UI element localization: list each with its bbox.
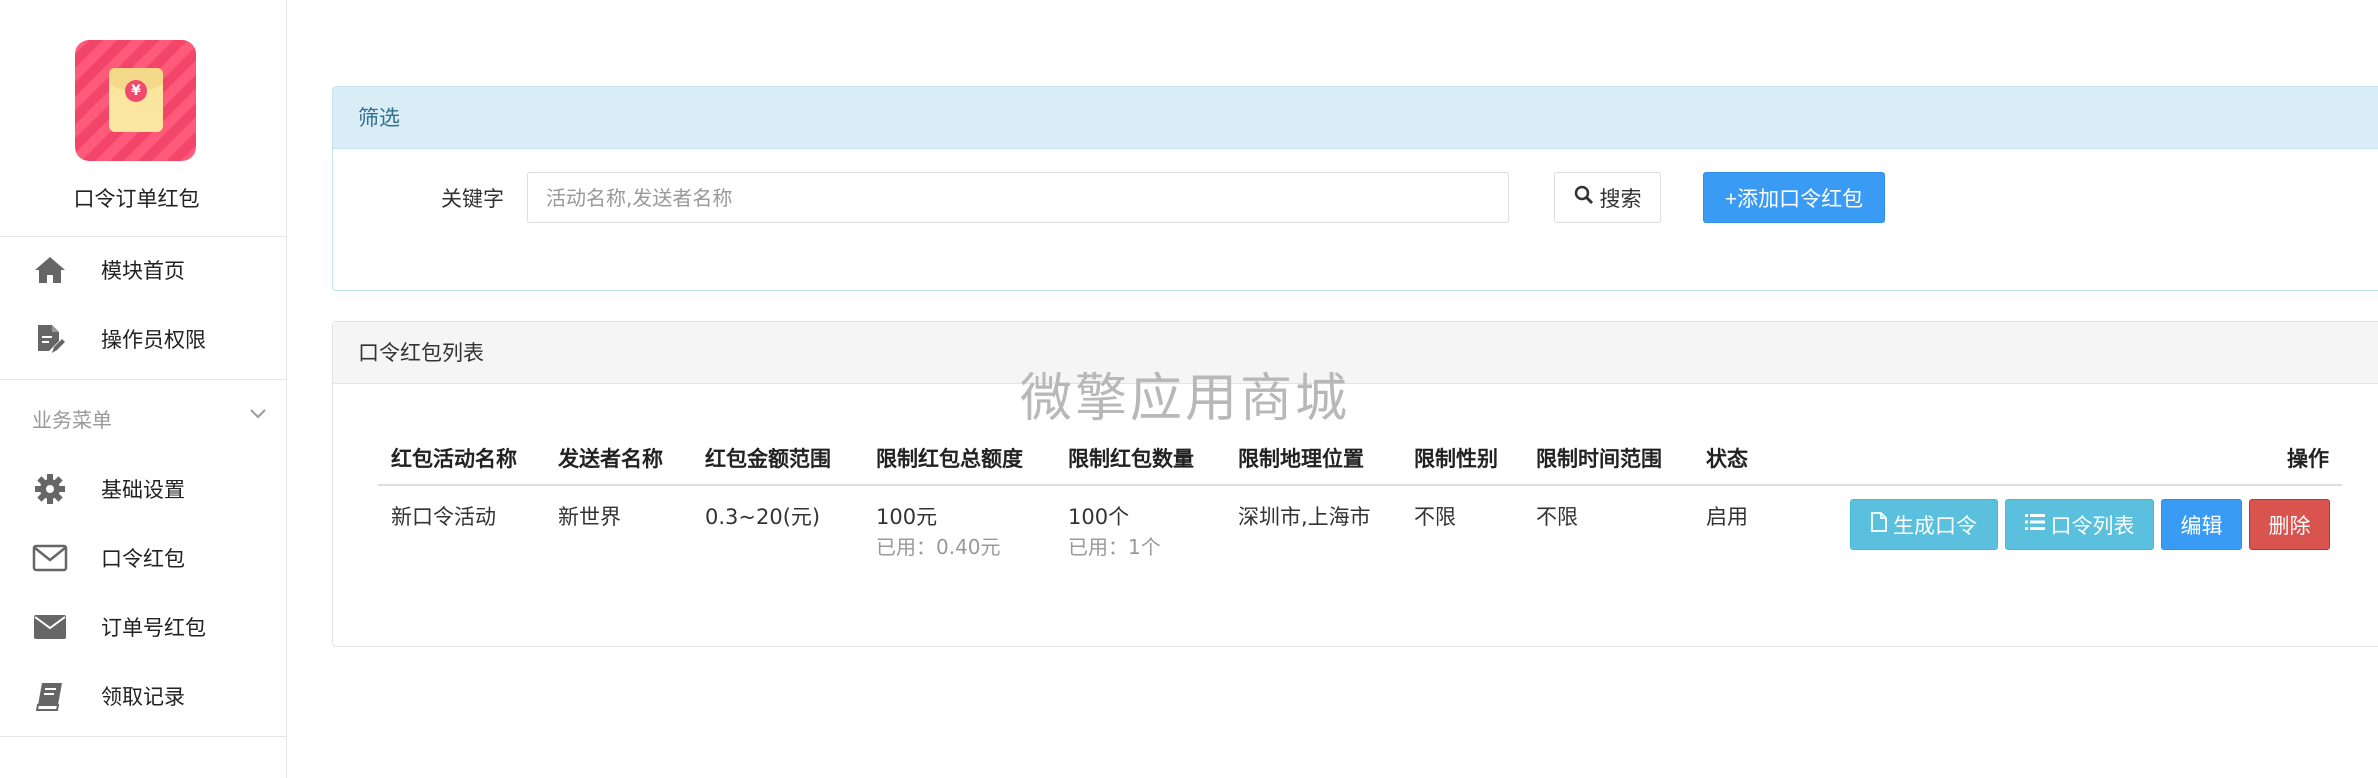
column-header-total-limit: 限制红包总额度 bbox=[876, 447, 1023, 471]
column-header-amount-range: 红包金额范围 bbox=[705, 447, 831, 471]
column-header-gender-limit: 限制性别 bbox=[1414, 447, 1498, 471]
column-header-sender-name: 发送者名称 bbox=[558, 447, 663, 471]
column-header-count-limit: 限制红包数量 bbox=[1068, 447, 1194, 471]
cell-time-range: 不限 bbox=[1536, 505, 1578, 529]
sidebar-item-basic-settings[interactable]: 基础设置 bbox=[0, 463, 287, 515]
keyword-search-input[interactable] bbox=[527, 172, 1509, 223]
chevron-down-icon[interactable] bbox=[248, 403, 268, 423]
password-list-label: 口令列表 bbox=[2050, 514, 2135, 538]
column-header-location-limit: 限制地理位置 bbox=[1238, 447, 1364, 471]
add-password-red-envelope-button[interactable]: +添加口令红包 bbox=[1703, 172, 1885, 223]
sidebar-item-label: 领取记录 bbox=[101, 685, 185, 709]
cell-count-used: 已用：1个 bbox=[1068, 535, 1161, 559]
book-icon bbox=[32, 678, 68, 714]
home-icon bbox=[32, 252, 68, 288]
delete-button[interactable]: 删除 bbox=[2249, 499, 2330, 550]
envelope-filled-icon bbox=[32, 609, 68, 645]
search-button[interactable]: 搜索 bbox=[1554, 172, 1661, 223]
sidebar-item-label: 口令红包 bbox=[101, 547, 185, 571]
sidebar-item-label: 订单号红包 bbox=[101, 616, 206, 640]
red-envelope-icon: ¥ bbox=[109, 68, 163, 132]
cell-count-limit: 100个 bbox=[1068, 505, 1130, 529]
list-icon bbox=[2024, 513, 2045, 537]
sidebar-item-label: 模块首页 bbox=[101, 259, 185, 283]
sidebar: ¥ 口令订单红包 模块首页 操作员权限 业务菜单 基础设置 口令红包 订单号红包… bbox=[0, 0, 287, 778]
gear-icon bbox=[32, 471, 68, 507]
cell-total-used: 已用：0.40元 bbox=[876, 535, 1001, 559]
cell-gender: 不限 bbox=[1414, 505, 1456, 529]
keyword-label: 关键字 bbox=[441, 187, 504, 211]
sidebar-item-operator-permissions[interactable]: 操作员权限 bbox=[0, 313, 287, 365]
section-header-business-menu[interactable]: 业务菜单 bbox=[32, 404, 112, 433]
cell-status: 启用 bbox=[1706, 505, 1748, 529]
generate-password-label: 生成口令 bbox=[1893, 514, 1977, 538]
generate-password-button[interactable]: 生成口令 bbox=[1850, 499, 1998, 550]
app-name: 口令订单红包 bbox=[73, 187, 200, 211]
sidebar-item-order-red-envelope[interactable]: 订单号红包 bbox=[0, 601, 287, 653]
table-header-divider bbox=[378, 484, 2342, 486]
sidebar-item-claim-records[interactable]: 领取记录 bbox=[0, 670, 287, 722]
envelope-outline-icon bbox=[32, 540, 68, 576]
sidebar-item-label: 操作员权限 bbox=[101, 328, 206, 352]
column-header-activity-name: 红包活动名称 bbox=[391, 447, 517, 471]
column-header-status: 状态 bbox=[1706, 447, 1748, 471]
cell-location: 深圳市,上海市 bbox=[1238, 505, 1371, 529]
sidebar-item-label: 基础设置 bbox=[101, 478, 185, 502]
search-icon bbox=[1574, 185, 1594, 211]
filter-panel: 筛选 关键字 搜索 +添加口令红包 bbox=[332, 86, 2378, 291]
file-edit-icon bbox=[32, 321, 68, 357]
sidebar-divider bbox=[0, 379, 287, 380]
password-list-button[interactable]: 口令列表 bbox=[2005, 499, 2154, 550]
sidebar-item-password-red-envelope[interactable]: 口令红包 bbox=[0, 532, 287, 584]
cell-total-limit: 100元 bbox=[876, 505, 938, 529]
sidebar-item-module-home[interactable]: 模块首页 bbox=[0, 244, 287, 296]
column-header-actions: 操作 bbox=[2287, 447, 2329, 471]
app-logo: ¥ bbox=[75, 40, 196, 161]
filter-panel-title: 筛选 bbox=[333, 87, 2378, 149]
edit-button[interactable]: 编辑 bbox=[2161, 499, 2242, 550]
list-panel-title: 口令红包列表 bbox=[333, 322, 2378, 384]
cell-activity-name: 新口令活动 bbox=[391, 505, 496, 529]
cell-sender-name: 新世界 bbox=[558, 505, 621, 529]
search-button-label: 搜索 bbox=[1599, 187, 1642, 211]
sidebar-divider bbox=[0, 236, 287, 237]
sidebar-divider bbox=[0, 736, 287, 737]
watermark: 微擎应用商城 bbox=[1020, 369, 1351, 429]
file-icon bbox=[1871, 511, 1887, 538]
cell-amount-range: 0.3~20(元) bbox=[705, 505, 821, 529]
column-header-time-limit: 限制时间范围 bbox=[1536, 447, 1662, 471]
